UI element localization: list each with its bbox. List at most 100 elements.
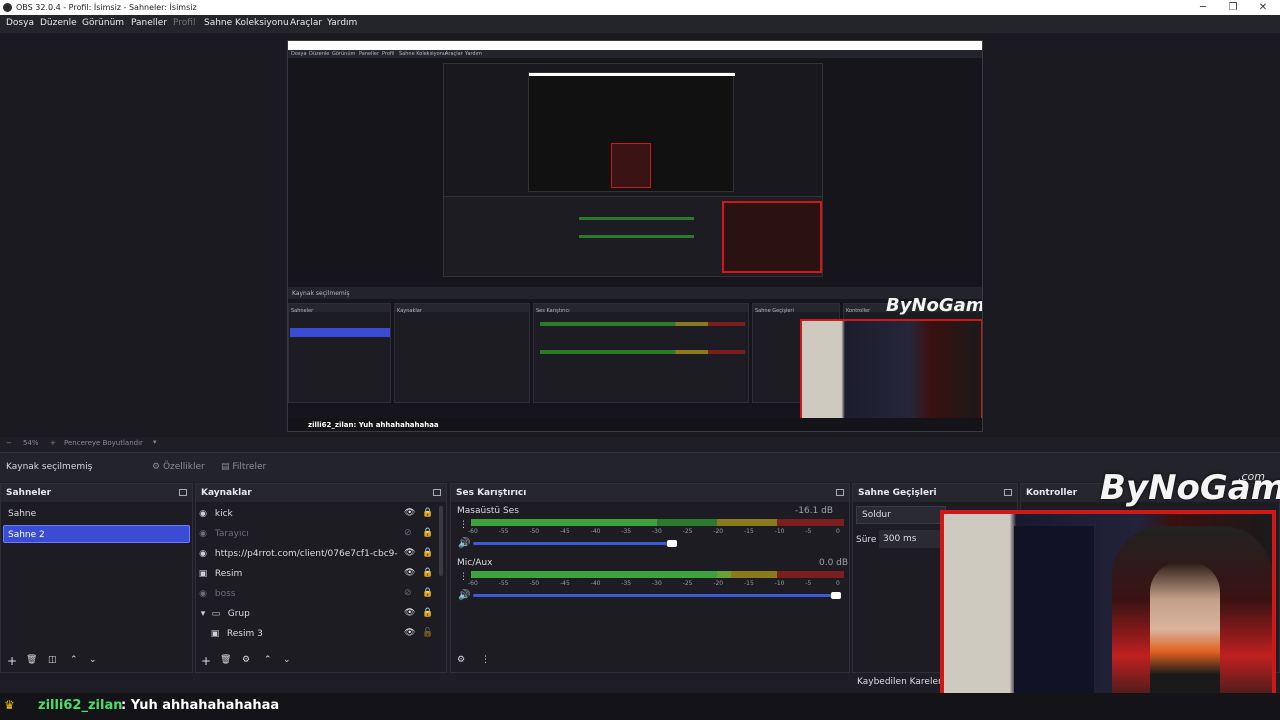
source-item[interactable]: ◉ kick — [198, 505, 438, 523]
eye-icon[interactable]: 👁 — [404, 568, 415, 578]
meter-scale-tick: -10 — [774, 580, 785, 587]
close-button[interactable]: ✕ — [1248, 1, 1278, 14]
menu-help[interactable]: Yardım — [327, 18, 357, 28]
lock-icon[interactable]: 🔒 — [422, 528, 433, 538]
eye-icon[interactable]: 👁 — [404, 508, 415, 518]
mixer-menu-icon[interactable]: ⋮ — [481, 655, 490, 665]
undock-icon[interactable] — [179, 489, 187, 496]
sources-scrollbar[interactable] — [439, 506, 443, 576]
chat-message: : Yuh ahhahahahahaa — [121, 698, 280, 713]
source-name: Tarayıcı — [214, 529, 249, 539]
channel-db: 0.0 dB — [819, 558, 849, 568]
scene-filters-icon[interactable]: ◫ — [48, 655, 57, 665]
maximize-button[interactable]: ❐ — [1218, 1, 1248, 14]
chevron-down-icon[interactable]: ▾ — [153, 438, 157, 446]
gear-icon: ⚙ — [152, 462, 161, 472]
zoom-out-button[interactable]: − — [6, 439, 12, 447]
properties-button[interactable]: ⚙ Özellikler — [146, 459, 211, 475]
menu-tools[interactable]: Araçlar — [290, 18, 322, 28]
menu-edit[interactable]: Düzenle — [40, 18, 77, 28]
globe-icon: ◉ — [199, 509, 207, 519]
globe-icon: ◉ — [199, 589, 207, 599]
volume-slider[interactable] — [473, 594, 838, 597]
channel-menu-icon[interactable]: ⋮ — [459, 520, 468, 530]
menu-bar: Dosya Düzenle Görünüm Paneller Profil Sa… — [0, 15, 1280, 33]
nested-mixer-dock: Ses Karıştırıcı — [533, 303, 749, 403]
source-item[interactable]: ◉ https://p4rrot.com/client/076e7cf1-cbc… — [198, 545, 398, 563]
add-scene-icon[interactable]: + — [7, 654, 17, 668]
source-item[interactable]: ◉ boss — [198, 585, 438, 603]
meter-scale-tick: -30 — [652, 528, 662, 535]
undock-icon[interactable] — [836, 489, 844, 496]
sources-dock: Kaynaklar ◉ kick ◉ Tarayıcı ◉ https://p4… — [195, 483, 447, 673]
lock-icon[interactable]: 🔒 — [422, 548, 433, 558]
eye-icon[interactable]: 👁 — [404, 608, 415, 618]
chat-overlay: ♛ zilli62_zilan : Yuh ahhahahahahaa — [0, 693, 1280, 720]
minimize-button[interactable]: ─ — [1188, 1, 1218, 14]
webcam-overlay — [940, 510, 1276, 712]
menu-file[interactable]: Dosya — [6, 18, 34, 28]
source-item[interactable]: ◉ Tarayıcı — [198, 525, 438, 543]
add-source-icon[interactable]: + — [201, 654, 211, 668]
meter-scale-tick: -10 — [774, 528, 785, 535]
zoom-in-button[interactable]: + — [50, 439, 56, 447]
undock-icon[interactable] — [433, 489, 441, 496]
lock-icon[interactable]: 🔒 — [422, 508, 433, 518]
nested-menu-bar: Dosya Düzenle Görünüm Paneller Profil Sa… — [288, 50, 982, 58]
scene-item-selected[interactable]: Sahne 2 — [3, 525, 190, 543]
move-up-icon[interactable]: ⌃ — [264, 655, 272, 665]
channel-name: Mic/Aux — [457, 558, 493, 568]
advanced-audio-icon[interactable]: ⚙ — [457, 655, 465, 665]
menu-view[interactable]: Görünüm — [82, 18, 124, 28]
transition-select[interactable]: Soldur — [856, 506, 946, 524]
duration-input[interactable]: 300 ms — [879, 530, 949, 548]
menu-docks[interactable]: Paneller — [131, 18, 167, 28]
eye-off-icon[interactable]: ⊘ — [404, 528, 412, 538]
volume-meter-level — [471, 519, 657, 526]
eye-icon[interactable]: 👁 — [404, 628, 415, 638]
undock-icon[interactable] — [1004, 489, 1012, 496]
remove-source-icon[interactable]: 🗑 — [220, 655, 231, 665]
chevron-down-icon[interactable]: ▾ — [198, 605, 208, 623]
meter-scale-tick: -55 — [498, 580, 509, 587]
nested-menu-file: Dosya — [291, 51, 307, 57]
move-down-icon[interactable]: ⌄ — [283, 655, 291, 665]
source-item[interactable]: ▣ Resim — [198, 565, 438, 583]
channel-menu-icon[interactable]: ⋮ — [459, 572, 468, 582]
move-up-icon[interactable]: ⌃ — [70, 655, 78, 665]
chat-username: zilli62_zilan — [38, 698, 123, 713]
zoom-mode[interactable]: Pencereye Boyutlandır — [64, 439, 143, 447]
nested-menu-profile: Profil — [382, 51, 395, 57]
lock-icon[interactable]: 🔒 — [422, 608, 433, 618]
source-status: Kaynak seçilmemiş — [6, 462, 93, 472]
lock-icon[interactable]: 🔒 — [422, 568, 433, 578]
source-group[interactable]: ▾ ▭ Grup — [198, 605, 438, 623]
menu-scene-collection[interactable]: Sahne Koleksiyonu — [204, 18, 289, 28]
nested-brand-logo: ByNoGame — [886, 295, 983, 316]
zoom-level: 54% — [23, 439, 39, 447]
speaker-icon[interactable]: 🔊 — [458, 590, 470, 601]
eye-off-icon[interactable]: ⊘ — [404, 588, 412, 598]
volume-slider-handle[interactable] — [667, 540, 677, 547]
scenes-footer: + 🗑 ◫ ⌃ ⌄ — [1, 650, 192, 672]
gear-icon[interactable]: ⚙ — [242, 655, 250, 665]
controls-title: Kontroller — [1026, 488, 1078, 498]
filters-button[interactable]: ▤ Filtreler — [215, 459, 272, 475]
remove-scene-icon[interactable]: 🗑 — [26, 655, 37, 665]
source-name: boss — [214, 589, 236, 599]
volume-slider-handle[interactable] — [831, 592, 841, 599]
meter-scale-tick: -35 — [621, 580, 632, 587]
move-down-icon[interactable]: ⌄ — [89, 655, 97, 665]
scene-item[interactable]: Sahne — [3, 505, 190, 523]
unlock-icon[interactable]: 🔓 — [422, 628, 433, 638]
meter-scale-tick: -50 — [529, 528, 540, 535]
eye-icon[interactable]: 👁 — [404, 548, 415, 558]
volume-slider[interactable] — [473, 542, 673, 545]
mixer-footer: ⚙ ⋮ — [451, 650, 849, 672]
meter-scale-tick: -40 — [590, 528, 601, 535]
menu-profile[interactable]: Profil — [173, 18, 195, 28]
speaker-icon[interactable]: 🔊 — [458, 538, 470, 549]
lock-icon[interactable]: 🔒 — [422, 588, 433, 598]
dropped-frames: Kaybedilen Kareler 7 — [857, 677, 951, 687]
zoom-bar: − 54% + Pencereye Boyutlandır ▾ — [0, 437, 1280, 451]
